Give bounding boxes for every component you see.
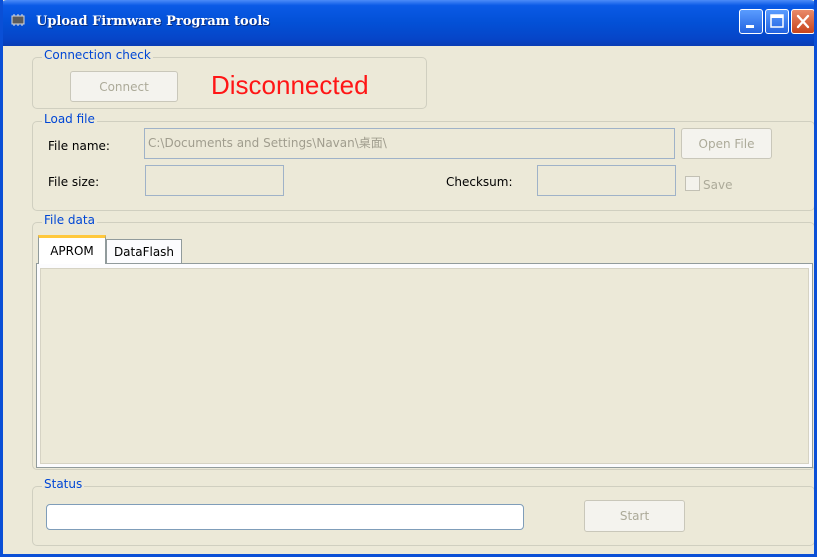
checksum-label: Checksum: (446, 175, 513, 189)
open-file-button[interactable]: Open File (681, 128, 772, 159)
load-file-label: Load file (42, 112, 97, 126)
file-size-label: File size: (48, 175, 100, 189)
connect-button[interactable]: Connect (70, 71, 178, 102)
close-button[interactable] (791, 9, 814, 34)
tab-dataflash[interactable]: DataFlash (106, 239, 182, 264)
progress-bar (46, 504, 524, 530)
file-name-field[interactable]: C:\Documents and Settings\Navan\桌面\ (144, 128, 675, 159)
file-data-content (40, 268, 809, 464)
connection-status-text: Disconnected (211, 70, 369, 100)
window-title: Upload Firmware Program tools (36, 14, 270, 29)
status-label: Status (42, 477, 85, 491)
maximize-icon (770, 14, 784, 28)
connection-check-label: Connection check (42, 48, 153, 62)
minimize-button[interactable] (739, 9, 763, 34)
checksum-field[interactable] (537, 165, 676, 196)
app-window: Upload Firmware Program tools Connection… (0, 0, 817, 557)
tab-aprom[interactable]: APROM (38, 235, 106, 264)
save-checkbox-label[interactable]: Save (703, 178, 732, 192)
file-size-field[interactable] (145, 165, 284, 196)
tab-panel (36, 263, 813, 468)
chip-icon (11, 14, 25, 26)
save-checkbox[interactable] (685, 176, 700, 191)
file-name-label: File name: (48, 139, 110, 153)
file-data-label: File data (42, 213, 97, 227)
close-icon (796, 14, 810, 29)
minimize-icon (746, 25, 754, 28)
start-button[interactable]: Start (584, 500, 685, 532)
title-bar[interactable]: Upload Firmware Program tools (3, 0, 814, 46)
maximize-button[interactable] (765, 9, 789, 34)
